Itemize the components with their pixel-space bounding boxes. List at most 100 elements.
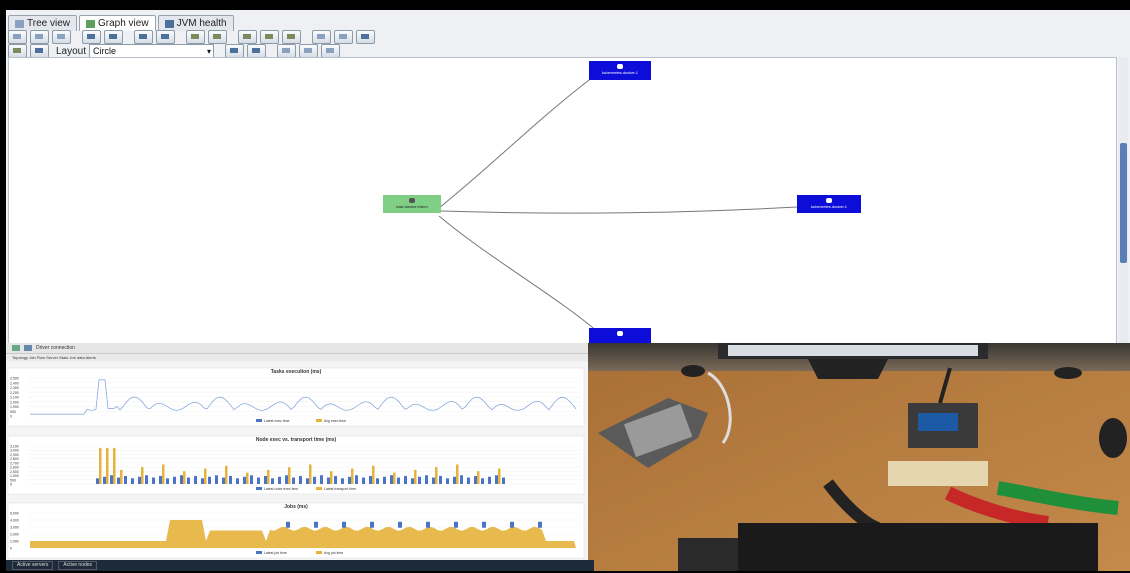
layout-select[interactable]: Circle ▾ (89, 44, 215, 58)
bar (194, 476, 197, 484)
bar (498, 468, 501, 484)
graph-node-kubernetes-2[interactable]: kubernetes.docker.1 (797, 195, 861, 213)
toolbar-button[interactable] (30, 30, 49, 44)
toolbar-button[interactable] (277, 44, 297, 58)
view-tabs: Tree view Graph view JVM health (8, 15, 234, 31)
tab-label: Tree view (27, 17, 70, 29)
toolbar-button[interactable] (247, 44, 267, 58)
bar (460, 475, 463, 484)
bar (376, 478, 379, 484)
y-tick-label: 2,100 (10, 396, 19, 400)
toolbar-button[interactable] (52, 30, 71, 44)
graph-canvas[interactable]: kast.docker.intern kubernetes.docker.1 k… (8, 57, 1117, 343)
bar (215, 475, 218, 484)
y-tick-label: 0 (10, 415, 12, 419)
bar (278, 476, 281, 484)
toolbar-button[interactable] (8, 30, 27, 44)
bottom-tabs: Active servers Active nodes (6, 560, 594, 571)
bar (267, 469, 270, 484)
bar (159, 476, 162, 484)
bar (320, 475, 323, 484)
bar (187, 477, 190, 484)
bar (432, 477, 435, 484)
bar (404, 476, 407, 484)
bar (204, 468, 207, 484)
bar (313, 476, 316, 484)
toolbar-button[interactable] (82, 30, 101, 44)
bar (495, 475, 498, 484)
toolbar-button[interactable] (186, 30, 205, 44)
graph-node-kubernetes-3[interactable] (589, 328, 651, 343)
toolbar-button[interactable] (156, 30, 175, 44)
toolbar-button[interactable] (321, 44, 341, 58)
tab-label: JVM health (176, 17, 227, 29)
toolbar-button[interactable] (299, 44, 319, 58)
hardware-photo-drawing (588, 343, 1130, 571)
bar (393, 472, 396, 484)
chart-title: Jobs (ms) (284, 504, 308, 510)
legend-swatch (256, 487, 262, 490)
layout-icon[interactable] (30, 44, 49, 58)
bar (208, 476, 211, 484)
y-tick-label: 1,000 (10, 540, 19, 544)
bar (334, 476, 337, 484)
bar (481, 478, 484, 484)
bar (369, 476, 372, 484)
graph-edges (438, 76, 798, 334)
toolbar-icon[interactable] (12, 345, 20, 351)
bar (348, 476, 351, 484)
scrollbar-thumb[interactable] (1120, 143, 1127, 263)
toolbar-button[interactable] (104, 30, 123, 44)
tab-tree-view[interactable]: Tree view (8, 15, 77, 31)
toolbar-button[interactable] (225, 44, 245, 58)
monitor-sub-tabs[interactable]: Topology Job Flow Server Stats Job data … (6, 354, 588, 361)
bar (243, 476, 246, 484)
toolbar-button[interactable] (334, 30, 353, 44)
y-tick-label: 2,200 (10, 391, 19, 395)
graph-node-master[interactable]: kast.docker.intern (383, 195, 441, 213)
y-tick-label: 0 (10, 547, 12, 551)
bar (141, 467, 144, 484)
bar (201, 478, 204, 484)
toolbar-button[interactable] (260, 30, 279, 44)
legend-label: Avg exec time (324, 419, 346, 423)
bar (124, 476, 127, 484)
driver-connection-label: Driver connection (36, 345, 75, 351)
y-tick-label: 5,000 (10, 512, 19, 516)
toolbar-button[interactable] (238, 30, 257, 44)
area-peak-marker (454, 521, 458, 528)
bar (236, 478, 239, 484)
y-tick-label: 3,000 (10, 526, 19, 530)
toolbar-button[interactable] (282, 30, 301, 44)
node-icon (617, 64, 623, 69)
toolbar-button[interactable] (208, 30, 227, 44)
area-peak-marker (342, 521, 346, 528)
bar (341, 478, 344, 484)
y-tick-label: 0 (10, 483, 12, 487)
bar (446, 478, 449, 484)
toolbar-button[interactable] (356, 30, 375, 44)
toolbar-button[interactable] (312, 30, 331, 44)
toolbar-button[interactable] (8, 44, 27, 58)
bar (435, 467, 438, 484)
layout-value: Circle (93, 46, 117, 56)
legend-swatch (256, 419, 262, 422)
bar (453, 476, 456, 484)
tab-graph-view[interactable]: Graph view (78, 15, 156, 31)
bar (120, 469, 123, 484)
bar (96, 478, 99, 484)
chart-title: Tasks execution (ms) (271, 369, 322, 375)
node-icon (617, 331, 623, 336)
tab-jvm-health[interactable]: JVM health (157, 15, 234, 31)
toolbar-icon[interactable] (24, 345, 32, 351)
hardware-photo (588, 343, 1130, 571)
graph-node-kubernetes-1[interactable]: kubernetes.docker.1 (589, 61, 651, 80)
chart-panel (7, 435, 585, 495)
tab-active-servers[interactable]: Active servers (12, 561, 54, 570)
area-peak-marker (370, 521, 374, 528)
bar (477, 471, 480, 484)
bar (414, 469, 417, 484)
toolbar-button[interactable] (134, 30, 153, 44)
bar (474, 476, 477, 484)
tab-active-nodes[interactable]: Active nodes (58, 561, 98, 570)
